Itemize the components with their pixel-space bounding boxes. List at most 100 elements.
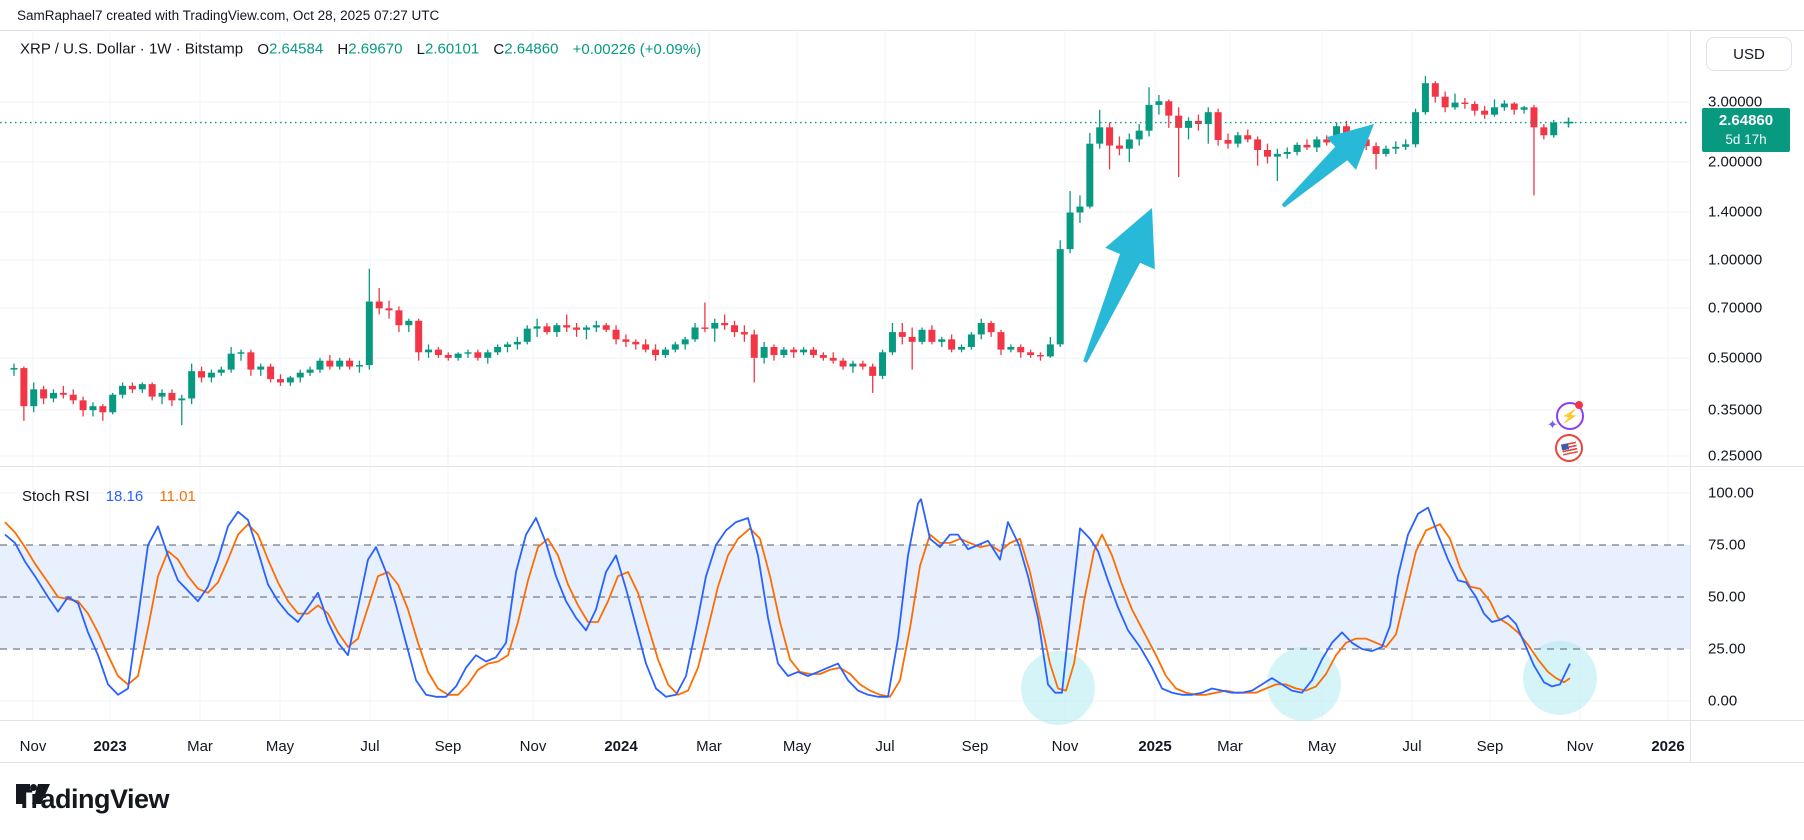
candle-body <box>207 372 215 378</box>
candle-body <box>1313 139 1321 148</box>
candle-body <box>750 334 758 358</box>
candle-body <box>573 327 581 330</box>
candle-body <box>444 355 452 358</box>
candle-body <box>227 353 235 370</box>
price-scale-label: 2.00000 <box>1708 153 1763 171</box>
symbol-legend[interactable]: XRP / U.S. Dollar · 1W · Bitstamp O2.645… <box>20 40 701 58</box>
candle-body <box>385 308 393 311</box>
candle-body <box>89 406 97 411</box>
candle-body <box>178 398 186 401</box>
candle-body <box>1056 249 1064 345</box>
candle-body <box>879 352 887 376</box>
time-axis-month-label: May <box>1307 738 1337 755</box>
candle-body <box>898 332 906 337</box>
candle-body <box>40 389 48 399</box>
time-axis-year-label: 2025 <box>1138 738 1172 755</box>
stoch-rsi-legend[interactable]: Stoch RSI 18.16 11.01 <box>22 488 196 505</box>
candle-body <box>425 349 433 353</box>
candle-body <box>592 325 600 328</box>
candle-body <box>652 349 660 356</box>
candle-body <box>908 336 916 342</box>
time-axis-month-label: Nov <box>1566 738 1594 755</box>
candle-body <box>1125 139 1133 149</box>
candle-body <box>553 325 561 333</box>
candle-body <box>513 341 521 345</box>
candle-body <box>494 346 502 353</box>
candle-body <box>99 406 107 413</box>
candle-body <box>198 371 206 378</box>
symbol-exchange[interactable]: Bitstamp <box>185 41 243 58</box>
candle-body <box>1441 96 1449 108</box>
trend-arrow[interactable] <box>1083 208 1155 363</box>
time-axis-month-label: Sep <box>961 738 989 755</box>
stoch-rsi-title[interactable]: Stoch RSI <box>22 488 90 505</box>
candle-body <box>1155 101 1163 105</box>
candle-body <box>276 379 284 383</box>
currency-button[interactable]: USD <box>1706 37 1792 71</box>
stoch-scale-label: 50.00 <box>1708 588 1746 606</box>
candle-body <box>691 327 699 340</box>
time-axis-month-label: Nov <box>1051 738 1079 755</box>
flag-stripes <box>1560 441 1578 455</box>
candle-body <box>1066 212 1074 250</box>
candle-body <box>1461 102 1469 105</box>
chart-canvas[interactable] <box>0 0 1804 840</box>
candle-body <box>1283 151 1291 154</box>
spark-lightning-icon[interactable]: ⚡ ✦ <box>1547 401 1584 432</box>
candle-body <box>721 322 729 326</box>
stoch-scale-label: 75.00 <box>1708 536 1746 554</box>
candle-body <box>188 371 196 399</box>
open-value: 2.64584 <box>268 40 324 58</box>
candle-body <box>1481 110 1489 115</box>
candle-body <box>928 329 936 342</box>
candle-body <box>1303 144 1311 148</box>
change-value: +0.00226 (+0.09%) <box>572 40 702 58</box>
trend-arrow[interactable] <box>1281 124 1374 208</box>
candle-body <box>997 332 1005 350</box>
time-axis-year-label: 2024 <box>604 738 638 755</box>
candle-body <box>1175 115 1183 128</box>
low-letter: L <box>416 40 425 58</box>
us-flag-icon[interactable] <box>1555 434 1583 462</box>
open-letter: O <box>257 40 269 58</box>
candle-body <box>316 360 324 370</box>
candle-body <box>661 349 669 356</box>
price-scale-label: 0.70000 <box>1708 299 1763 317</box>
tradingview-logo[interactable]: TradingView <box>16 784 170 815</box>
candle-body <box>1382 148 1390 154</box>
candle-body <box>346 360 354 367</box>
tradingview-screenshot: SamRaphael7 created with TradingView.com… <box>0 0 1804 840</box>
candle-body <box>10 368 18 370</box>
candle-body <box>839 360 847 367</box>
candle-body <box>829 357 837 361</box>
symbol-title[interactable]: XRP / U.S. Dollar <box>20 41 136 58</box>
candle-body <box>128 385 136 390</box>
close-letter: C <box>493 40 505 58</box>
candle-body <box>622 339 630 342</box>
symbol-interval[interactable]: 1W <box>149 41 172 58</box>
candle-body <box>533 326 541 329</box>
stoch-scale-label: 25.00 <box>1708 640 1746 658</box>
candle-body <box>474 352 482 358</box>
candle-body <box>1451 102 1459 108</box>
candle-body <box>711 322 719 329</box>
candle-body <box>434 349 442 356</box>
candle-body <box>790 349 798 353</box>
legend-separator-2: · <box>175 40 181 58</box>
candle-body <box>1046 344 1054 357</box>
candle-body <box>1214 112 1222 141</box>
candle-body <box>888 332 896 353</box>
candle-body <box>780 349 788 356</box>
candle-body <box>642 344 650 350</box>
time-axis-month-label: Mar <box>696 738 722 755</box>
time-axis-month-label: Jul <box>1402 738 1422 755</box>
candle-body <box>731 325 739 333</box>
candle-body <box>1096 127 1104 144</box>
time-axis-month-label: Nov <box>19 738 47 755</box>
time-axis-month-label: Jul <box>875 738 895 755</box>
candle-body <box>1540 127 1548 136</box>
time-axis-month-label: Jul <box>360 738 380 755</box>
candle-body <box>967 334 975 347</box>
candle-body <box>119 385 127 395</box>
lightning-bolt-icon: ⚡ <box>1560 406 1580 425</box>
